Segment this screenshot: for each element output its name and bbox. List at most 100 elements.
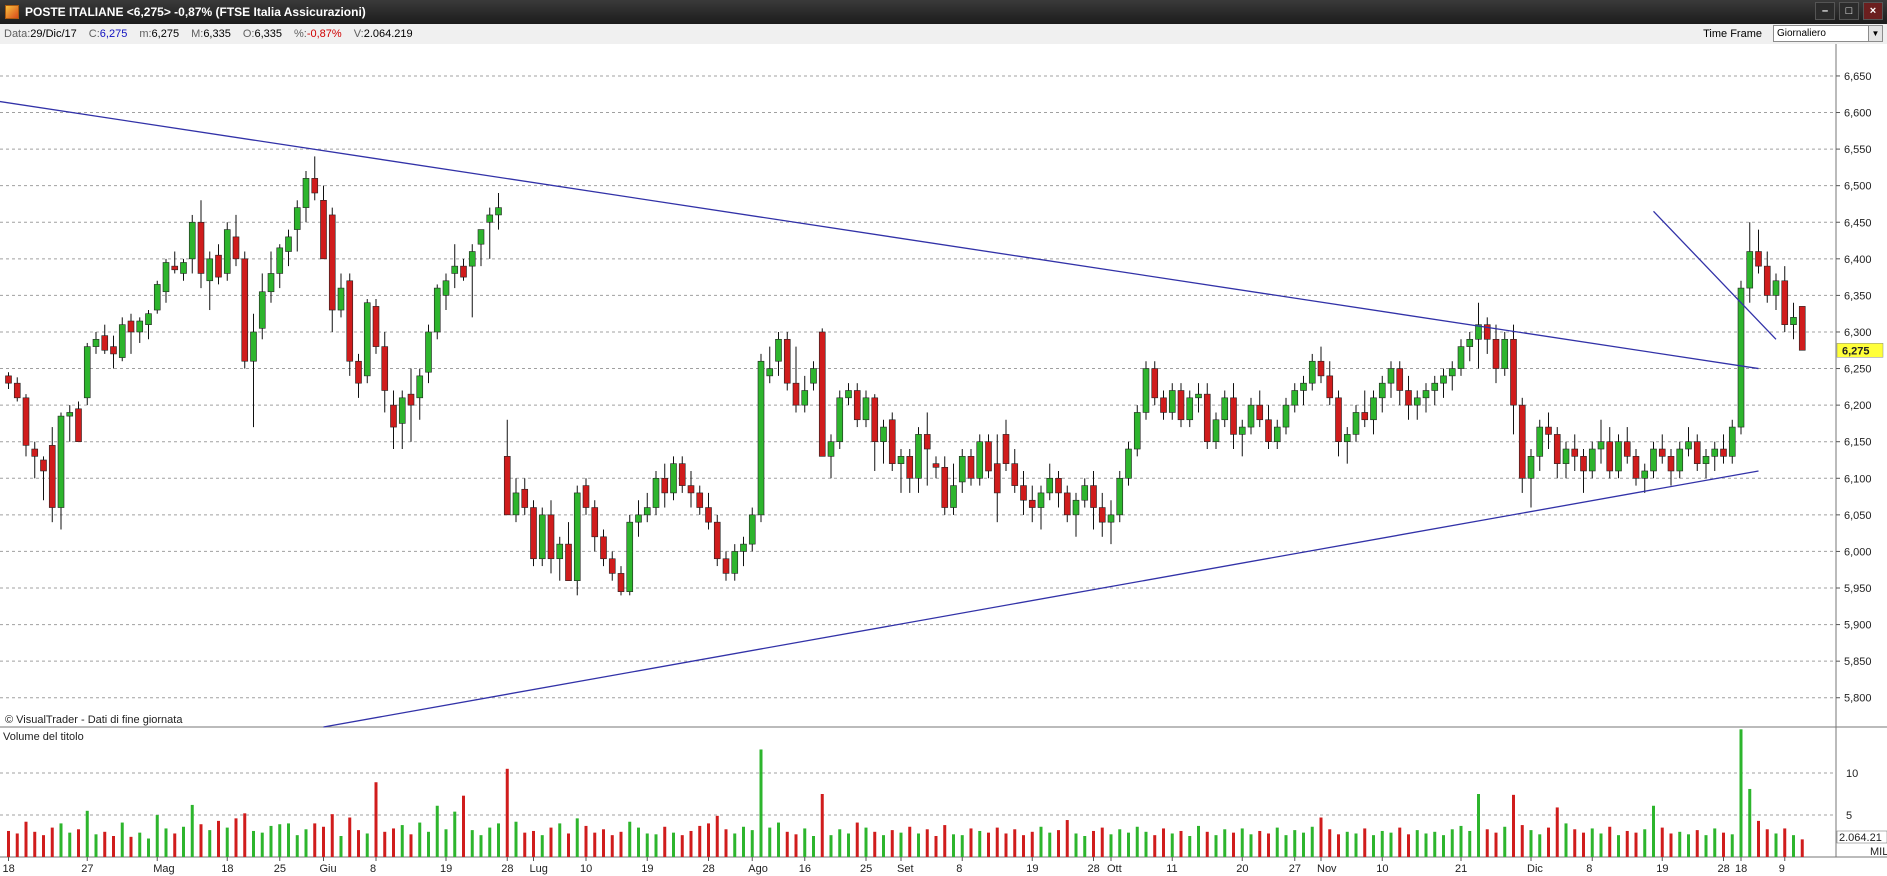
minimize-button[interactable]: –	[1815, 2, 1835, 20]
candle-body[interactable]	[372, 306, 380, 347]
candle-body[interactable]	[1002, 434, 1010, 464]
candle-body[interactable]	[836, 397, 844, 443]
candle-body[interactable]	[1641, 470, 1649, 479]
candle-body[interactable]	[425, 331, 432, 373]
candle-body[interactable]	[748, 514, 756, 545]
volume-bar[interactable]	[85, 810, 89, 857]
volume-bar[interactable]	[1520, 825, 1524, 857]
volume-bar[interactable]	[759, 749, 763, 857]
candle-body[interactable]	[1728, 426, 1736, 457]
candle-body[interactable]	[1055, 477, 1062, 494]
candle-body[interactable]	[1151, 368, 1159, 399]
candle-body[interactable]	[1755, 251, 1762, 267]
volume-bar[interactable]	[1468, 830, 1472, 857]
candle-body[interactable]	[1063, 492, 1071, 516]
candle-body[interactable]	[477, 229, 485, 245]
volume-bar[interactable]	[1065, 820, 1069, 857]
volume-bar[interactable]	[287, 823, 290, 857]
volume-bar[interactable]	[715, 815, 719, 857]
candle-body[interactable]	[442, 280, 450, 296]
volume-bar[interactable]	[269, 825, 273, 857]
volume-bar[interactable]	[1529, 830, 1533, 857]
candle-body[interactable]	[906, 456, 914, 479]
volume-bar[interactable]	[1118, 829, 1122, 857]
candle-body[interactable]	[1326, 375, 1334, 399]
volume-bar[interactable]	[1039, 826, 1043, 857]
candle-body[interactable]	[1116, 477, 1124, 516]
volume-bar[interactable]	[1695, 830, 1699, 857]
volume-bar[interactable]	[1048, 832, 1052, 857]
volume-bar[interactable]	[50, 827, 54, 857]
candle-body[interactable]	[171, 265, 179, 271]
volume-bar[interactable]	[1302, 832, 1305, 857]
candle-body[interactable]	[1597, 441, 1605, 450]
volume-bar[interactable]	[952, 834, 955, 857]
volume-bar[interactable]	[978, 830, 982, 857]
candle-body[interactable]	[451, 265, 459, 274]
price-chart[interactable]: 6,650 6,600 6,550 6,500 6,450 6,400 6,350 6,300…	[0, 44, 1887, 876]
candle-body[interactable]	[1396, 368, 1404, 391]
volume-bar[interactable]	[409, 834, 413, 857]
candle-body[interactable]	[1737, 287, 1745, 428]
volume-bar[interactable]	[59, 823, 63, 857]
volume-bar[interactable]	[1687, 834, 1690, 857]
candle-body[interactable]	[57, 415, 65, 508]
volume-bar[interactable]	[497, 823, 500, 857]
candle-body[interactable]	[1623, 441, 1631, 457]
volume-bar[interactable]	[1057, 830, 1060, 857]
volume-bar[interactable]	[138, 832, 142, 857]
candle-body[interactable]	[1658, 448, 1666, 457]
candle-body[interactable]	[967, 456, 975, 479]
candle-body[interactable]	[127, 320, 135, 333]
candle-body[interactable]	[232, 236, 240, 260]
candle-body[interactable]	[573, 492, 581, 581]
candle-body[interactable]	[328, 214, 336, 311]
volume-bar[interactable]	[1748, 788, 1752, 857]
volume-bar[interactable]	[602, 829, 605, 857]
volume-bar[interactable]	[418, 822, 422, 857]
volume-bar[interactable]	[1013, 829, 1017, 857]
candle-body[interactable]	[538, 514, 546, 560]
volume-bar[interactable]	[943, 825, 947, 857]
candle-body[interactable]	[670, 463, 677, 494]
volume-bar[interactable]	[1765, 829, 1769, 857]
candle-body[interactable]	[888, 419, 896, 464]
candle-body[interactable]	[1781, 280, 1789, 325]
volume-bar[interactable]	[1652, 805, 1655, 857]
candle-body[interactable]	[302, 178, 310, 208]
volume-bar[interactable]	[514, 821, 518, 857]
volume-bar[interactable]	[1345, 831, 1349, 857]
candle-body[interactable]	[363, 302, 371, 377]
candle-body[interactable]	[1440, 375, 1447, 384]
candle-body[interactable]	[320, 200, 327, 260]
candle-body[interactable]	[1282, 404, 1290, 428]
candle-body[interactable]	[145, 313, 152, 325]
candle-body[interactable]	[626, 521, 634, 592]
candle-body[interactable]	[503, 456, 511, 516]
candle-body[interactable]	[1632, 456, 1640, 479]
volume-bar[interactable]	[558, 823, 562, 857]
candle-body[interactable]	[915, 434, 922, 479]
volume-bar[interactable]	[794, 834, 798, 857]
volume-bar[interactable]	[689, 830, 693, 857]
candle-body[interactable]	[1580, 456, 1587, 472]
candle-body[interactable]	[565, 543, 572, 581]
candle-body[interactable]	[258, 291, 266, 329]
volume-bar[interactable]	[234, 818, 238, 857]
volume-bar[interactable]	[77, 829, 80, 857]
candle-body[interactable]	[1536, 426, 1544, 457]
volume-bar[interactable]	[278, 824, 282, 857]
volume-bar[interactable]	[1083, 836, 1087, 857]
volume-bar[interactable]	[1354, 833, 1358, 857]
volume-bar[interactable]	[208, 830, 212, 857]
candle-body[interactable]	[556, 543, 564, 560]
volume-bar[interactable]	[899, 832, 903, 857]
volume-bar[interactable]	[733, 833, 737, 857]
volume-bar[interactable]	[829, 835, 833, 857]
candle-body[interactable]	[810, 368, 817, 384]
candle-body[interactable]	[1492, 338, 1500, 369]
volume-bar[interactable]	[1669, 833, 1673, 857]
candle-body[interactable]	[1772, 280, 1780, 296]
candle-body[interactable]	[1142, 368, 1150, 413]
volume-bar[interactable]	[890, 830, 894, 857]
